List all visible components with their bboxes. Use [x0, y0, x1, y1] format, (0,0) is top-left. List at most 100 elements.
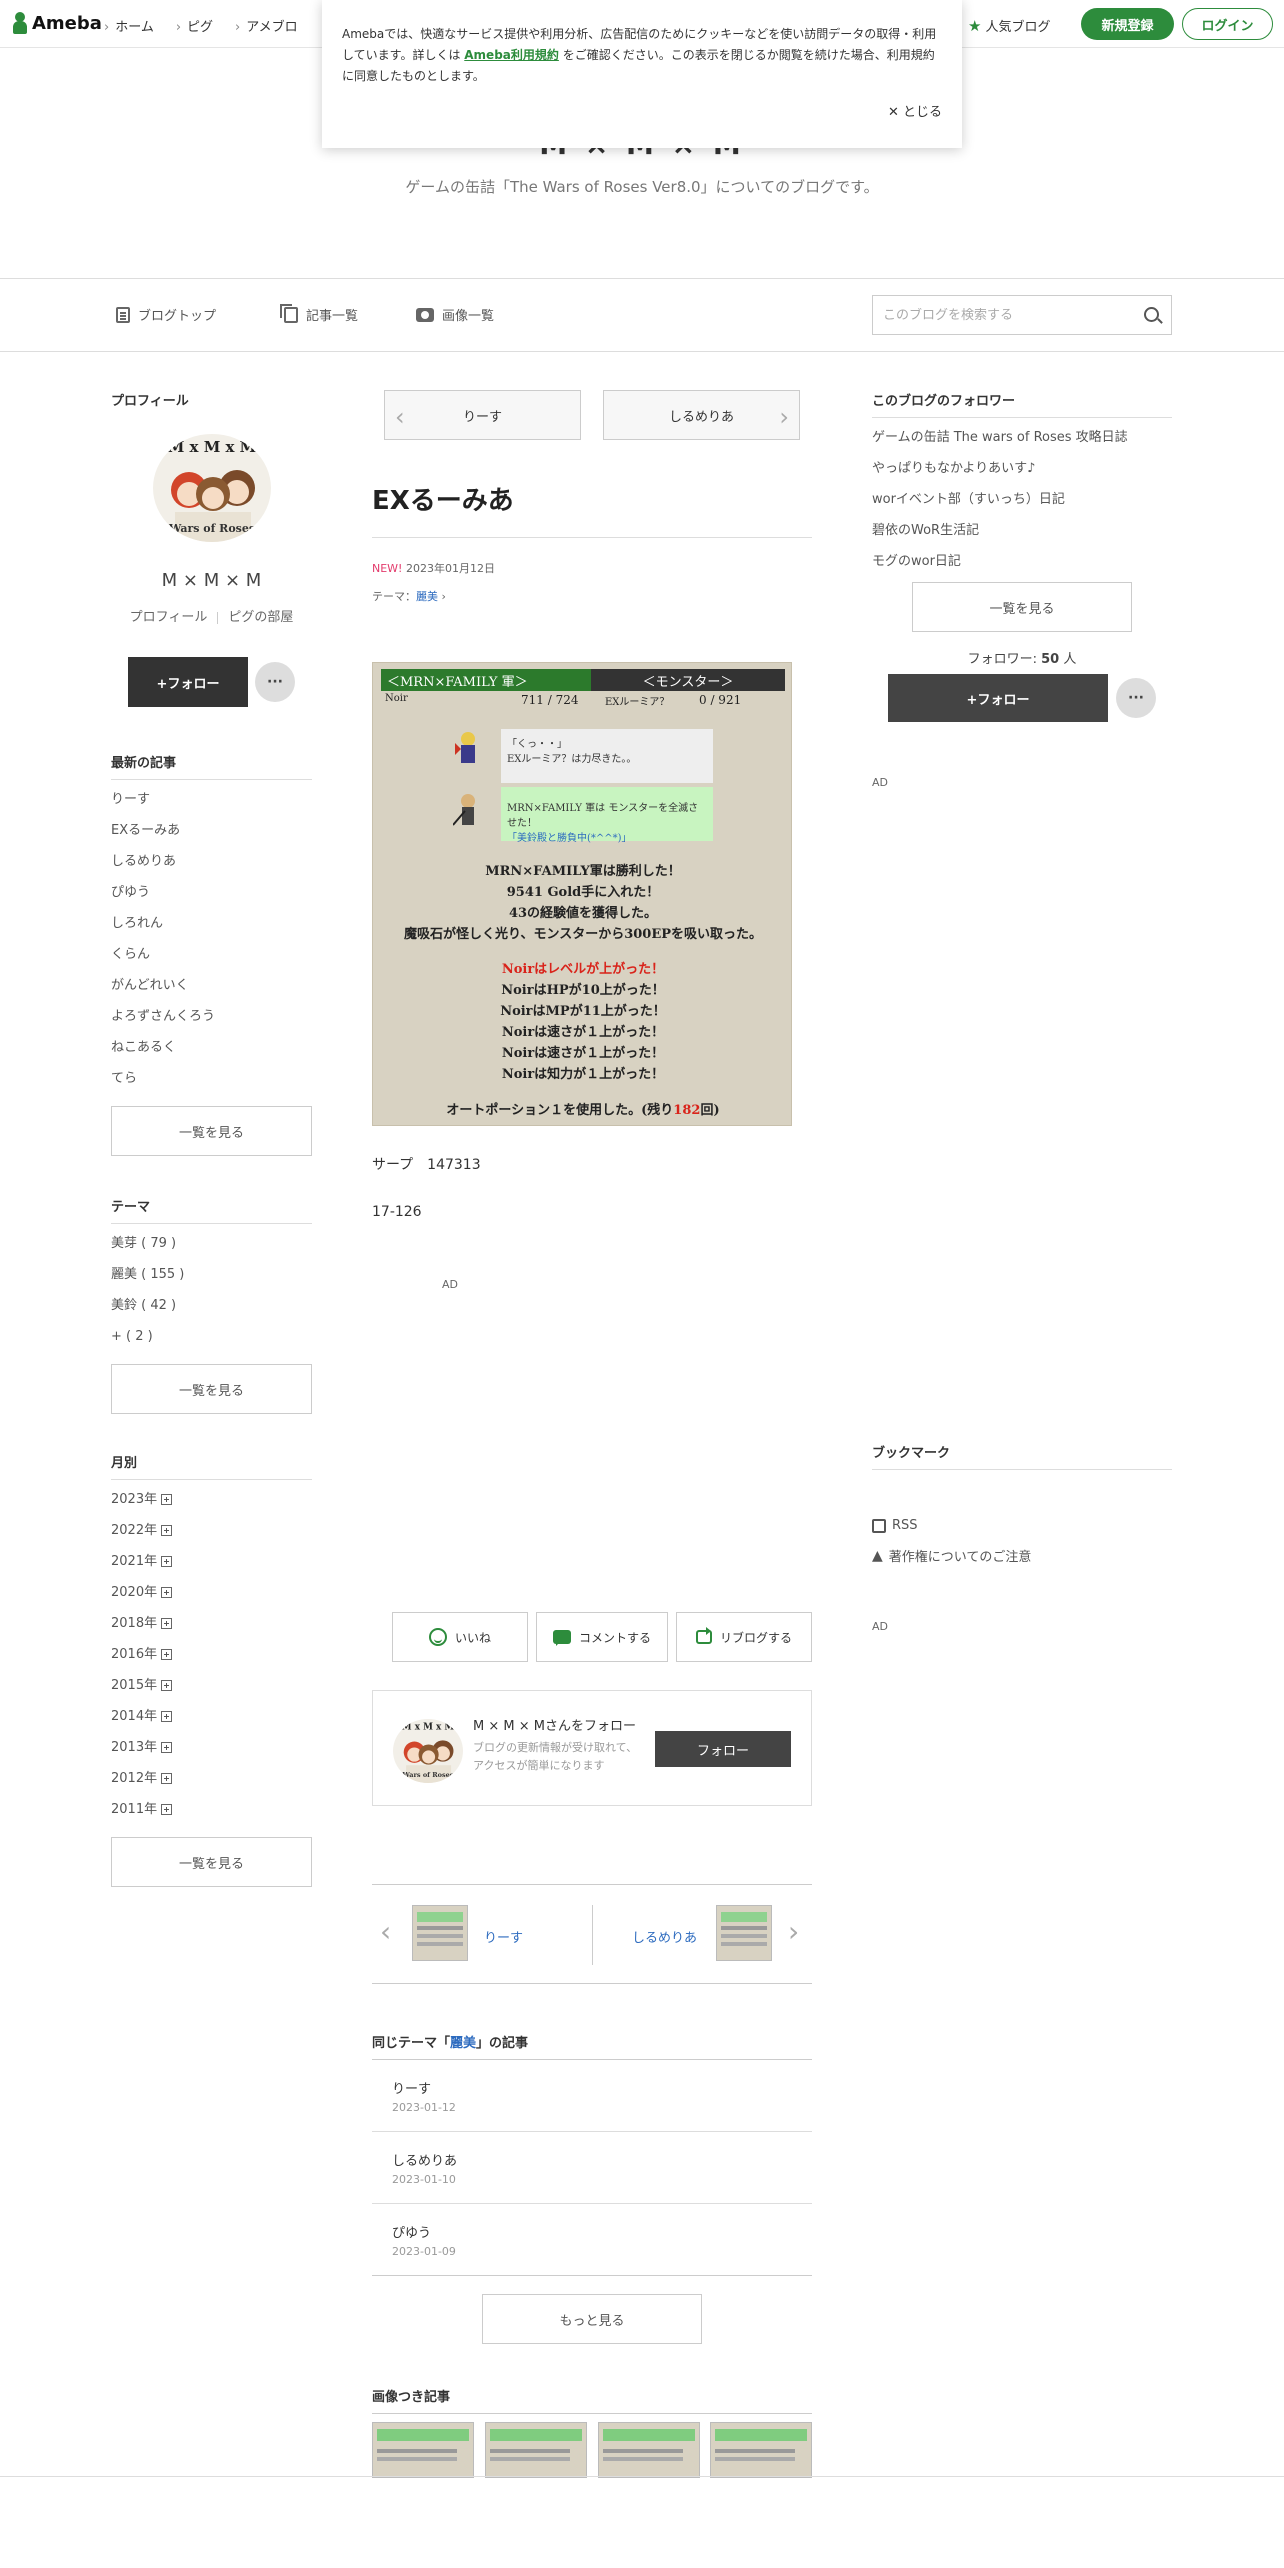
- expand-icon[interactable]: [161, 1649, 173, 1660]
- theme-link[interactable]: 麗美: [416, 590, 438, 603]
- recent-entry-item[interactable]: てら: [111, 1063, 312, 1094]
- next-entry-link[interactable]: しるめりあ: [632, 1927, 697, 1946]
- register-button[interactable]: 新規登録: [1081, 8, 1174, 40]
- follow-button[interactable]: +フォロー: [128, 657, 248, 707]
- login-button[interactable]: ログイン: [1182, 8, 1273, 40]
- expand-icon[interactable]: [161, 1773, 173, 1784]
- nav-pigg[interactable]: ピグ: [176, 16, 213, 35]
- entry-list-link[interactable]: 記事一覧: [280, 303, 358, 324]
- recent-entry-item[interactable]: りーす: [111, 784, 312, 815]
- nav-home[interactable]: ホーム: [104, 16, 154, 35]
- terms-link[interactable]: Ameba利用規約: [464, 48, 559, 62]
- month-item[interactable]: 2023年: [111, 1484, 312, 1515]
- result-line: 43の経験値を獲得した。: [508, 906, 658, 921]
- month-item[interactable]: 2020年: [111, 1577, 312, 1608]
- reblog-button[interactable]: リブログする: [676, 1612, 812, 1662]
- pigg-room-link[interactable]: ピグの部屋: [228, 610, 293, 625]
- month-item[interactable]: 2018年: [111, 1608, 312, 1639]
- same-theme-item[interactable]: ぴゆう 2023-01-09: [372, 2204, 812, 2276]
- message-2-line-1: MRN×FAMILY 軍は モンスターを全滅させた！: [507, 803, 699, 829]
- comment-button[interactable]: コメントする: [536, 1612, 668, 1662]
- prev-entry-button[interactable]: ‹ りーす: [384, 390, 581, 440]
- image-articles-heading: 画像つき記事: [372, 2386, 812, 2414]
- prev-entry-link[interactable]: りーす: [484, 1927, 523, 1946]
- month-item[interactable]: 2011年: [111, 1794, 312, 1825]
- follower-blog-item[interactable]: worイベント部（すいっち）日記: [872, 484, 1172, 515]
- month-item[interactable]: 2015年: [111, 1670, 312, 1701]
- more-options-icon[interactable]: ···: [1116, 678, 1156, 718]
- rss-link[interactable]: RSS: [872, 1518, 918, 1533]
- follow-button[interactable]: +フォロー: [888, 674, 1108, 722]
- theme-item[interactable]: 美芽 ( 79 ): [111, 1228, 312, 1259]
- expand-icon[interactable]: [161, 1525, 173, 1536]
- prev-entry-label: りーす: [462, 409, 502, 425]
- chevron-right-icon[interactable]: ›: [788, 1915, 799, 1948]
- month-item[interactable]: 2022年: [111, 1515, 312, 1546]
- more-options-icon[interactable]: ···: [255, 662, 295, 702]
- themes-more-button[interactable]: 一覧を見る: [111, 1364, 312, 1414]
- next-entry-thumbnail[interactable]: [716, 1905, 772, 1961]
- profile-name[interactable]: M × M × M: [111, 570, 312, 591]
- profile-link[interactable]: プロフィール: [130, 610, 208, 625]
- image-article-thumbnail[interactable]: [485, 2422, 587, 2478]
- recent-entry-item[interactable]: くらん: [111, 939, 312, 970]
- monthly-more-button[interactable]: 一覧を見る: [111, 1837, 312, 1887]
- profile-avatar[interactable]: M x M x M Wars of Roses: [153, 434, 271, 542]
- expand-icon[interactable]: [161, 1556, 173, 1567]
- image-article-thumbnail[interactable]: [372, 2422, 474, 2478]
- blog-top-link[interactable]: ブログトップ: [116, 305, 216, 324]
- image-article-thumbnail[interactable]: [710, 2422, 812, 2478]
- like-button[interactable]: いいね: [392, 1612, 528, 1662]
- same-theme-item[interactable]: りーす 2023-01-12: [372, 2060, 812, 2132]
- ameba-logo[interactable]: Ameba: [12, 12, 102, 34]
- expand-icon[interactable]: [161, 1494, 173, 1505]
- search-icon[interactable]: [1144, 307, 1159, 322]
- recent-entry-item[interactable]: よろずさんくろう: [111, 1001, 312, 1032]
- expand-icon[interactable]: [161, 1618, 173, 1629]
- recent-entry-item[interactable]: しろれん: [111, 908, 312, 939]
- entry-image[interactable]: ＜MRN×FAMILY 軍＞ ＜モンスター＞ Noir 711 / 724 EX…: [372, 662, 792, 1126]
- expand-icon[interactable]: [161, 1711, 173, 1722]
- see-more-button[interactable]: もっと見る: [482, 2294, 702, 2344]
- nav-ameblo[interactable]: アメブロ: [235, 16, 297, 35]
- month-item[interactable]: 2013年: [111, 1732, 312, 1763]
- cookie-close-button[interactable]: ✕ とじる: [888, 102, 942, 123]
- chevron-left-icon[interactable]: ‹: [380, 1915, 391, 1948]
- recent-entry-item[interactable]: がんどれいく: [111, 970, 312, 1001]
- follower-blog-item[interactable]: やっぱりもなかよりあいす♪: [872, 453, 1172, 484]
- battle-result: MRN×FAMILY軍は勝利した！ 9541 Gold手に入れた！ 43の経験値…: [373, 861, 793, 945]
- potion-text-end: 回): [700, 1103, 720, 1118]
- follower-blog-item[interactable]: ゲームの缶詰 The wars of Roses 攻略日誌: [872, 422, 1172, 453]
- expand-icon[interactable]: [161, 1587, 173, 1598]
- theme-item[interactable]: 麗美 ( 155 ): [111, 1259, 312, 1290]
- month-item[interactable]: 2016年: [111, 1639, 312, 1670]
- prev-entry-thumbnail[interactable]: [412, 1905, 468, 1961]
- followers-more-button[interactable]: 一覧を見る: [912, 582, 1132, 632]
- theme-item[interactable]: 美鈴 ( 42 ): [111, 1290, 312, 1321]
- entry-title[interactable]: EXるーみあ: [372, 480, 812, 538]
- popular-blog-link[interactable]: ★ 人気ブログ: [968, 16, 1050, 36]
- month-item[interactable]: 2021年: [111, 1546, 312, 1577]
- expand-icon[interactable]: [161, 1804, 173, 1815]
- expand-icon[interactable]: [161, 1680, 173, 1691]
- follow-card-avatar[interactable]: M x M x M Wars of Roses: [393, 1719, 463, 1783]
- copyright-notice-link[interactable]: ▲ 著作権についてのご注意: [872, 1546, 1031, 1566]
- recent-more-button[interactable]: 一覧を見る: [111, 1106, 312, 1156]
- follower-blog-item[interactable]: 碧依のWoR生活記: [872, 515, 1172, 546]
- same-theme-item[interactable]: しるめりあ 2023-01-10: [372, 2132, 812, 2204]
- follower-blog-item[interactable]: モグのwor日記: [872, 546, 1172, 577]
- expand-icon[interactable]: [161, 1742, 173, 1753]
- image-article-thumbnail[interactable]: [598, 2422, 700, 2478]
- recent-entry-item[interactable]: しるめりあ: [111, 846, 312, 877]
- recent-entry-item[interactable]: ねこあるく: [111, 1032, 312, 1063]
- recent-entry-item[interactable]: EXるーみあ: [111, 815, 312, 846]
- follow-card-button[interactable]: フォロー: [655, 1731, 791, 1767]
- recent-entry-item[interactable]: ぴゆう: [111, 877, 312, 908]
- blog-search-input[interactable]: [883, 307, 1123, 323]
- next-entry-button[interactable]: しるめりあ ›: [603, 390, 800, 440]
- theme-item[interactable]: + ( 2 ): [111, 1321, 312, 1352]
- month-item[interactable]: 2014年: [111, 1701, 312, 1732]
- image-list-link[interactable]: 画像一覧: [416, 305, 494, 324]
- same-theme-link[interactable]: 麗美: [450, 2036, 476, 2051]
- month-item[interactable]: 2012年: [111, 1763, 312, 1794]
